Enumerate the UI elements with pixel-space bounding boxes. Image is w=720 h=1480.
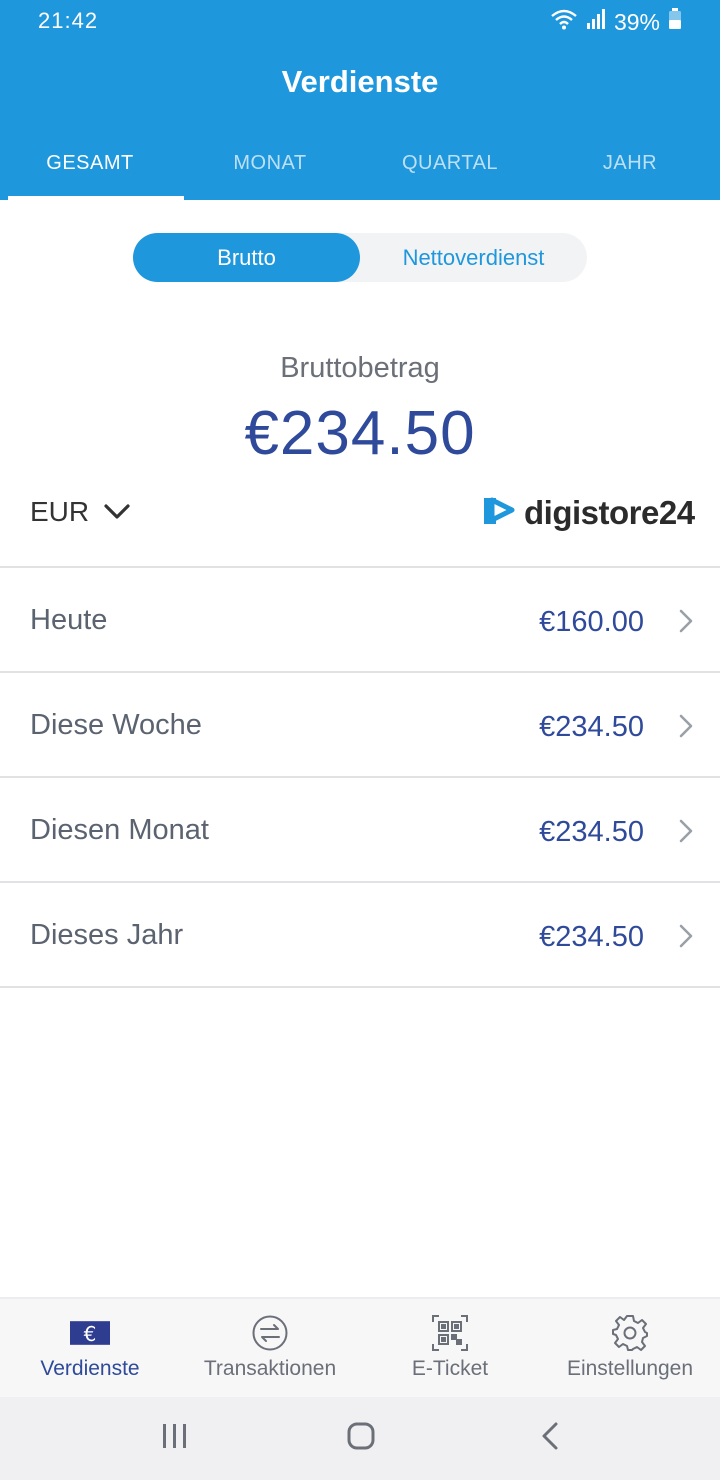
- system-navigation-bar: [0, 1397, 720, 1480]
- status-bar: 21:42 39%: [0, 0, 720, 44]
- period-tabs: GESAMT MONAT QUARTAL JAHR: [0, 130, 720, 200]
- currency-dropdown[interactable]: EUR: [30, 496, 131, 528]
- svg-text:€: €: [84, 1322, 97, 1346]
- nav-label: Einstellungen: [566, 1357, 694, 1380]
- row-value: €234.50: [539, 921, 644, 953]
- chevron-right-icon: [678, 818, 694, 849]
- bottom-navigation: € Verdienste Transaktionen E-Ticket Eins…: [0, 1297, 720, 1397]
- amount-label: Bruttobetrag: [280, 352, 440, 384]
- chevron-right-icon: [678, 923, 694, 954]
- app-header: 21:42 39% Verdienste GESAMT MONAT QUARTA…: [0, 0, 720, 200]
- digistore24-logo-icon: [478, 490, 518, 535]
- page-title: Verdienste: [281, 64, 439, 99]
- logo-text: digistore24: [524, 493, 695, 531]
- earnings-row-dieses-jahr[interactable]: Dieses Jahr €234.50: [0, 883, 720, 988]
- earnings-row-diesen-monat[interactable]: Diesen Monat €234.50: [0, 778, 720, 883]
- brutto-toggle-button[interactable]: Brutto: [133, 233, 360, 282]
- earnings-row-heute[interactable]: Heute €160.00: [0, 568, 720, 673]
- nav-label: Transaktionen: [203, 1357, 337, 1380]
- battery-percent: 39%: [613, 8, 660, 35]
- nav-label: E-Ticket: [411, 1357, 489, 1380]
- row-value: €234.50: [539, 816, 644, 848]
- gross-net-toggle: Brutto Nettoverdienst: [133, 233, 587, 282]
- chevron-down-icon: [103, 496, 131, 528]
- euro-icon: €: [70, 1315, 110, 1351]
- nav-einstellungen[interactable]: Einstellungen: [540, 1299, 720, 1397]
- currency-value: EUR: [30, 496, 90, 527]
- total-amount: €234.50: [244, 399, 476, 468]
- nav-transaktionen[interactable]: Transaktionen: [180, 1299, 360, 1397]
- chevron-right-icon: [678, 608, 694, 639]
- gear-icon: [610, 1315, 650, 1351]
- row-label: Dieses Jahr: [30, 919, 184, 951]
- row-label: Diesen Monat: [30, 814, 209, 846]
- battery-icon: [668, 8, 682, 36]
- tab-monat[interactable]: MONAT: [180, 130, 360, 200]
- tab-jahr[interactable]: JAHR: [540, 130, 720, 200]
- nav-label: Verdienste: [40, 1357, 140, 1380]
- row-label: Heute: [30, 604, 108, 636]
- netto-toggle-button[interactable]: Nettoverdienst: [360, 233, 587, 282]
- exchange-icon: [250, 1315, 290, 1351]
- nav-verdienste[interactable]: € Verdienste: [0, 1299, 180, 1397]
- qr-code-icon: [430, 1315, 470, 1351]
- wifi-icon: [550, 8, 578, 36]
- row-value: €160.00: [539, 606, 644, 638]
- tab-quartal[interactable]: QUARTAL: [360, 130, 540, 200]
- status-time: 21:42: [38, 8, 99, 33]
- earnings-list: Heute €160.00 Diese Woche €234.50 Diesen…: [0, 566, 720, 988]
- signal-icon: [586, 8, 606, 36]
- recent-apps-icon[interactable]: [160, 1421, 190, 1456]
- digistore24-logo: digistore24: [478, 490, 695, 535]
- nav-e-ticket[interactable]: E-Ticket: [360, 1299, 540, 1397]
- earnings-row-diese-woche[interactable]: Diese Woche €234.50: [0, 673, 720, 778]
- tab-gesamt[interactable]: GESAMT: [0, 130, 184, 200]
- home-icon[interactable]: [346, 1421, 376, 1456]
- status-icons: 39%: [550, 8, 682, 36]
- back-icon[interactable]: [536, 1421, 566, 1456]
- row-value: €234.50: [539, 711, 644, 743]
- row-label: Diese Woche: [30, 709, 202, 741]
- chevron-right-icon: [678, 713, 694, 744]
